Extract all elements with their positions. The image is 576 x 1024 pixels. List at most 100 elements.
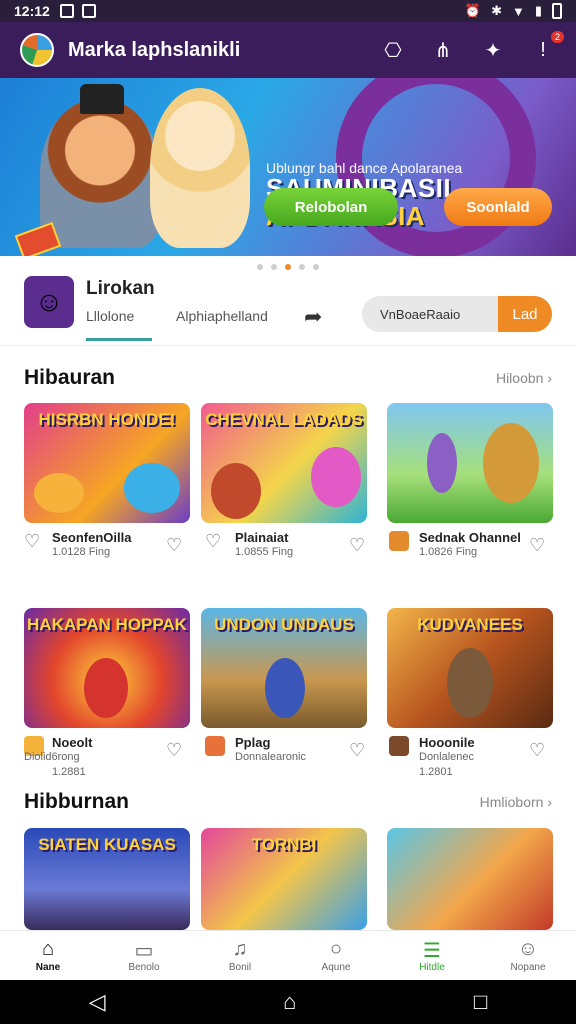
chat-icon[interactable]: ⎔ [380,37,406,63]
game-title: Sednak Ohannel [419,530,521,545]
section-more-link[interactable]: Hiloobn › [496,370,552,386]
game-card[interactable]: HISRBN HONDE! ♡ SeonfenOilla 1.0128 Fing… [24,403,190,558]
nav-label: Nane [35,962,61,973]
thumbnail-art [124,463,180,513]
notification-icon [81,4,96,18]
nav-item-5[interactable]: ☰ Hitdle [384,931,480,980]
section-header: Hibburnan Hmlioborn › [24,790,552,814]
home-icon: ⌂ [41,938,55,960]
game-subtitle: Diolid6rong [24,751,80,763]
game-card[interactable]: UNDON UNDAUS Pplag Donnalearonic ♡ [201,608,367,763]
carousel-dot[interactable] [313,264,319,270]
nav-item-2[interactable]: ▭ Benolo [96,931,192,980]
game-card[interactable]: KUDVANEES Hooonile Donlalenec 1.2801 ♡ [387,608,553,778]
game-card[interactable]: CHEVNAL LADADS ♡ Plainaiat 1.0855 Fing ♡ [201,403,367,558]
game-thumbnail: KUDVANEES [387,608,553,728]
section-more-link[interactable]: Hmlioborn › [480,794,552,810]
game-meta: 1.2881 [52,766,86,778]
game-thumbnail: HAKAPAN HOPPAK [24,608,190,728]
thumbnail-art [265,658,305,718]
signal-icon: ▮ [534,3,542,18]
bookmark-icon: ▭ [134,940,154,962]
music-icon: ♫ [232,938,248,960]
heart-icon[interactable]: ♡ [166,740,182,761]
share-icon[interactable]: ➦ [304,304,322,330]
section-header: Hibauran Hiloobn › [24,366,552,390]
nav-label: Benolo [128,962,160,973]
game-card[interactable] [387,828,553,930]
tab-2[interactable]: Alphiaphelland [176,308,268,324]
carousel-dot[interactable] [271,264,277,270]
thumbnail-title: KUDVANEES [417,615,523,634]
heart-icon[interactable]: ♡ [24,531,40,552]
thumbnail-art [34,473,84,513]
banner-card-prop [14,221,62,256]
game-thumbnail: UNDON UNDAUS [201,608,367,728]
thumbnail-title: UNDON UNDAUS [214,615,354,634]
carousel-dot[interactable] [299,264,305,270]
top-hat-icon [80,84,124,114]
carousel-dot-active[interactable] [285,264,291,270]
game-mini-icon [389,531,409,551]
game-subtitle: 1.0855 Fing [235,546,294,558]
carousel-indicators [0,264,576,270]
section-more-label: Hmlioborn [479,794,544,810]
heart-icon[interactable]: ♡ [529,740,545,761]
puzzle-icon[interactable]: ✦ [480,37,506,63]
nav-label: Bonil [228,962,252,973]
status-time: 12:12 [14,3,50,19]
nav-item-home[interactable]: ⌂ Nane [0,931,96,980]
toggle-pill[interactable]: VnBoaeRaaio Lad [362,296,552,332]
game-subtitle: Donlalenec [419,751,475,763]
game-thumbnail: HISRBN HONDE! [24,403,190,523]
game-thumbnail: SIATEN KUASAS [24,828,190,930]
wifi-icon: ▼ [511,3,525,19]
thumbnail-art [211,463,261,519]
game-title: Pplag [235,735,271,750]
profile-name: Lirokan [86,278,155,299]
status-bar: 12:12 ⏰ ✱ ▼ ▮ [0,0,576,22]
nav-label: Nopane [510,962,546,973]
avatar[interactable]: ☺ [24,276,74,328]
heart-icon[interactable]: ♡ [349,535,365,556]
game-card[interactable]: HAKAPAN HOPPAK Noeolt Diolid6rong 1.2881… [24,608,190,778]
banner-orange-button[interactable]: Soonlald [444,188,552,226]
game-card[interactable]: TORNBI [201,828,367,930]
banner-green-button[interactable]: Relobolan [264,188,398,226]
toggle-left-label: VnBoaeRaaio [380,306,461,322]
banner-character-dog [150,88,250,248]
grid-icon[interactable]: ⋔ [430,37,456,63]
section-title: Hibauran [24,366,116,389]
thumbnail-title: HAKAPAN HOPPAK [27,615,187,634]
status-right: ⏰ ✱ ▼ ▮ [465,3,562,19]
thumbnail-title: TORNBI [251,835,317,854]
bottom-nav: ⌂ Nane ▭ Benolo ♫ Bonil ○ Aqune ☰ Hitdle ☺ Nop… [0,930,576,980]
game-thumbnail: CHEVNAL LADADS [201,403,367,523]
carousel-dot[interactable] [257,264,263,270]
game-card[interactable]: Sednak Ohannel 1.0826 Fing ♡ [387,403,553,558]
heart-icon[interactable]: ♡ [205,531,221,552]
home-button-icon[interactable]: ⌂ [283,989,296,1015]
app-bar: Marka laphslanikli ⎔ ⋔ ✦ ! 2 [0,22,576,78]
heart-icon[interactable]: ♡ [166,535,182,556]
back-icon[interactable]: ◁ [89,989,106,1015]
toggle-right-button[interactable]: Lad [498,296,552,332]
notification-bell-icon[interactable]: ! 2 [530,31,564,63]
recents-icon[interactable]: □ [474,989,487,1015]
banner-character-boy [40,84,160,248]
system-nav-bar: ◁ ⌂ □ [0,980,576,1024]
nav-item-3[interactable]: ♫ Bonil [192,931,288,980]
game-meta: 1.2801 [419,766,453,778]
nav-item-4[interactable]: ○ Aqune [288,931,384,980]
thumbnail-art [84,658,128,718]
notification-badge: 2 [550,31,564,43]
tab-1[interactable]: Lllolone [86,308,134,324]
search-icon: ○ [329,938,343,960]
game-card[interactable]: SIATEN KUASAS [24,828,190,930]
nav-item-profile[interactable]: ☺ Nopane [480,931,576,980]
user-icon: ☺ [517,938,539,960]
game-title: SeonfenOilla [52,530,132,545]
profile-row: ☺ Lirokan Lllolone Alphiaphelland ➦ VnBo… [0,276,576,346]
heart-icon[interactable]: ♡ [529,535,545,556]
heart-icon[interactable]: ♡ [349,740,365,761]
